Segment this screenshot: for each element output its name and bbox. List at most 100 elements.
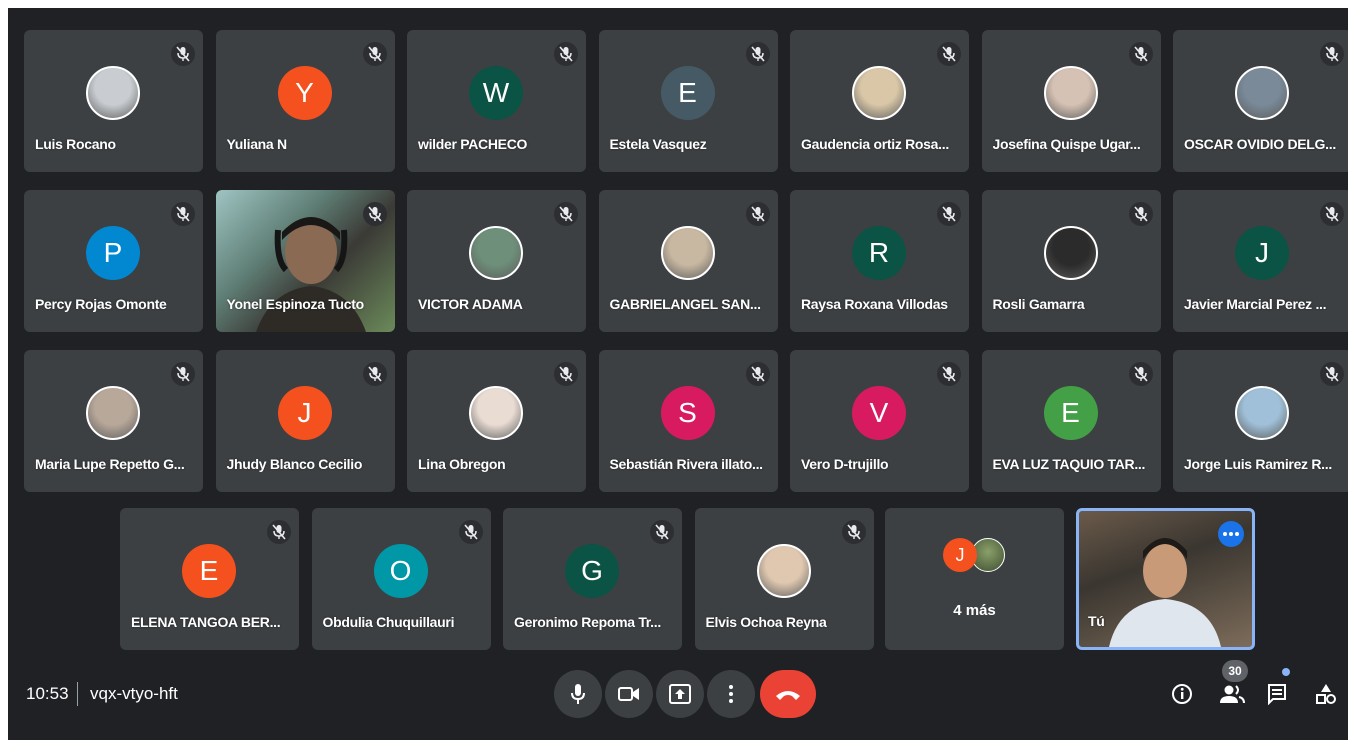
microphone-button[interactable] [554, 670, 602, 718]
mic-off-icon [559, 46, 573, 62]
more-participants-tile[interactable]: J 4 más [885, 508, 1064, 650]
bottom-control-bar: 10:53 vqx-vtyo-hft 30 [8, 660, 1348, 740]
mic-off-icon [272, 524, 286, 540]
participant-avatar: P [86, 226, 140, 280]
participant-photo [852, 66, 906, 120]
people-button[interactable] [1216, 678, 1248, 710]
leave-call-button[interactable] [760, 670, 816, 718]
chat-icon [1268, 684, 1286, 705]
mic-off-icon [750, 366, 765, 382]
participant-name: Elvis Ochoa Reyna [705, 614, 827, 630]
muted-indicator [171, 42, 195, 66]
mic-off-icon [750, 206, 765, 222]
participant-name: Percy Rojas Omonte [35, 296, 167, 312]
participant-tile[interactable]: Josefina Quispe Ugar... [981, 30, 1161, 172]
muted-indicator [937, 362, 961, 386]
mic-off-icon [176, 206, 190, 222]
muted-indicator [745, 202, 770, 226]
muted-indicator [554, 202, 578, 226]
avatar-initial: G [581, 555, 603, 586]
participant-tile[interactable]: VICTOR ADAMA [407, 190, 586, 332]
participant-tile[interactable]: O Obdulia Chuquillauri [311, 508, 491, 650]
participant-photo [1235, 66, 1289, 120]
meeting-details-button[interactable] [1166, 678, 1198, 710]
participant-tile[interactable]: OSCAR OVIDIO DELG... [1173, 30, 1348, 172]
more-options-button[interactable] [707, 670, 755, 718]
participant-tile[interactable]: E Estela Vasquez [598, 30, 778, 172]
self-video-tile[interactable]: Tú [1076, 508, 1255, 650]
participant-tile[interactable]: P Percy Rojas Omonte [24, 190, 203, 332]
participant-tile[interactable]: E EVA LUZ TAQUIO TAR... [981, 350, 1161, 492]
muted-indicator [937, 202, 961, 226]
avatar-initial: J [297, 397, 312, 428]
participant-tile[interactable]: Elvis Ochoa Reyna [694, 508, 874, 650]
mic-off-icon [559, 366, 573, 382]
muted-indicator [554, 42, 578, 66]
participant-tile[interactable]: J Javier Marcial Perez ... [1173, 190, 1348, 332]
participant-name: Estela Vasquez [609, 136, 707, 152]
self-tile-options-button[interactable] [1218, 521, 1244, 547]
participant-tile[interactable]: R Raysa Roxana Villodas [790, 190, 969, 332]
participant-tile[interactable]: Y Yuliana N [215, 30, 395, 172]
muted-indicator [362, 362, 387, 386]
participant-tile[interactable]: GABRIELANGEL SAN... [598, 190, 778, 332]
participant-name: Javier Marcial Perez ... [1184, 296, 1327, 312]
mic-off-icon [367, 46, 382, 62]
participant-name: Luis Rocano [35, 136, 116, 152]
participant-avatar: E [182, 544, 236, 598]
mic-off-icon [655, 524, 669, 540]
participant-tile[interactable]: Jorge Luis Ramirez R... [1173, 350, 1348, 492]
participant-tile[interactable]: J Jhudy Blanco Cecilio [215, 350, 395, 492]
people-icon [1220, 685, 1245, 704]
muted-indicator [171, 202, 195, 226]
video-camera-icon [618, 687, 639, 701]
participant-tile[interactable]: Luis Rocano [24, 30, 203, 172]
mic-off-icon [846, 524, 861, 540]
mic-off-icon [1133, 46, 1148, 62]
participant-name: Gaudencia ortiz Rosa... [801, 136, 949, 152]
participant-name: wilder PACHECO [418, 136, 528, 152]
mic-off-icon [463, 524, 478, 540]
avatar-initial: O [389, 555, 412, 586]
participant-tile[interactable]: Lina Obregon [407, 350, 586, 492]
present-to-all-icon [669, 684, 691, 704]
muted-indicator [554, 362, 578, 386]
microphone-icon [571, 684, 585, 704]
muted-indicator [362, 202, 387, 226]
mic-off-icon [942, 46, 956, 62]
camera-button[interactable] [605, 670, 653, 718]
participant-tile[interactable]: E ELENA TANGOA BER... [120, 508, 299, 650]
participant-tile[interactable]: Rosli Gamarra [981, 190, 1161, 332]
participant-name: Maria Lupe Repetto G... [35, 456, 185, 472]
participant-avatar: W [469, 66, 523, 120]
muted-indicator [1128, 202, 1153, 226]
activities-button[interactable] [1310, 678, 1342, 710]
avatar-initial: J [1255, 237, 1269, 268]
participant-tile[interactable]: Gaudencia ortiz Rosa... [790, 30, 969, 172]
participant-tile[interactable]: Yonel Espinoza Tucto [215, 190, 395, 332]
mic-off-icon [750, 46, 765, 62]
participant-name: Rosli Gamarra [992, 296, 1085, 312]
mic-off-icon [367, 206, 382, 222]
participant-tile[interactable]: G Geronimo Repoma Tr... [503, 508, 682, 650]
mic-off-icon [1325, 366, 1339, 382]
activities-icon [1316, 684, 1336, 704]
participant-name: Obdulia Chuquillauri [322, 614, 455, 630]
participant-tile[interactable]: Maria Lupe Repetto G... [24, 350, 203, 492]
avatar-initial: P [103, 237, 123, 268]
info-icon [1172, 684, 1192, 704]
participant-tile[interactable]: V Vero D-trujillo [790, 350, 969, 492]
more-avatar-initial: J [943, 538, 977, 572]
participant-tile[interactable]: Wwilder PACHECO [407, 30, 586, 172]
participant-photo [1043, 226, 1098, 280]
participant-photo [756, 544, 811, 598]
more-vert-icon [729, 685, 733, 703]
present-screen-button[interactable] [656, 670, 704, 718]
participant-name: Josefina Quispe Ugar... [992, 136, 1141, 152]
participant-tile[interactable]: S Sebastián Rivera illato... [598, 350, 778, 492]
mic-off-icon [1133, 366, 1148, 382]
participant-name: Vero D-trujillo [801, 456, 889, 472]
chat-button[interactable] [1262, 678, 1294, 710]
mic-off-icon [1325, 46, 1339, 62]
muted-indicator [1128, 42, 1153, 66]
